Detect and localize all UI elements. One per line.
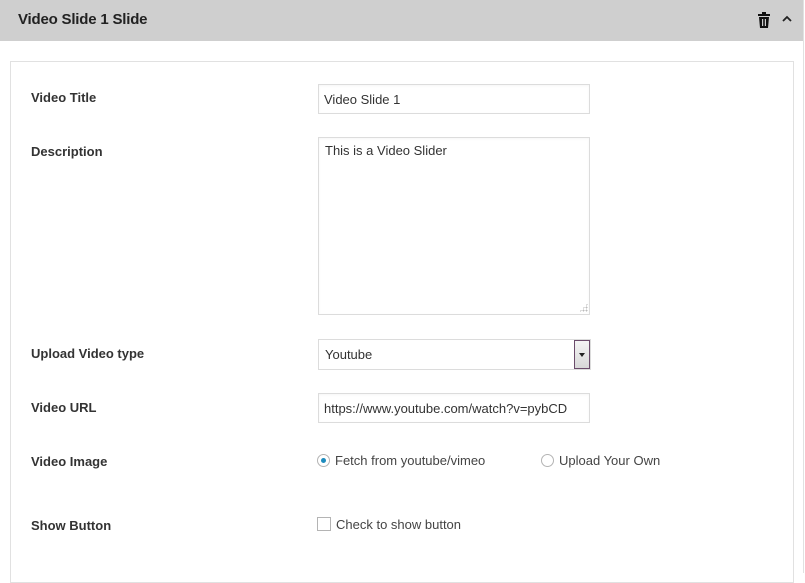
show-button-checkbox[interactable] xyxy=(317,517,331,531)
radio-fetch-option[interactable]: Fetch from youtube/vimeo xyxy=(317,453,485,468)
radio-fetch-label: Fetch from youtube/vimeo xyxy=(335,453,486,468)
video-url-input[interactable] xyxy=(318,393,590,423)
trash-icon[interactable] xyxy=(757,12,771,28)
video-title-input[interactable] xyxy=(318,84,590,114)
upload-video-type-select[interactable]: Youtube xyxy=(318,339,591,370)
description-textarea[interactable]: This is a Video Slider xyxy=(318,137,590,315)
radio-upload[interactable] xyxy=(541,454,554,467)
chevron-down-icon[interactable] xyxy=(574,340,590,369)
video-image-label: Video Image xyxy=(31,454,108,469)
video-url-label: Video URL xyxy=(31,400,97,415)
description-label: Description xyxy=(31,144,103,159)
slide-title: Video Slide 1 Slide xyxy=(18,11,148,28)
radio-upload-label: Upload Your Own xyxy=(559,453,661,468)
show-button-checkbox-label: Check to show button xyxy=(336,517,462,532)
slide-header[interactable]: Video Slide 1 Slide xyxy=(0,0,803,41)
show-button-label: Show Button xyxy=(31,518,112,533)
radio-upload-option[interactable]: Upload Your Own xyxy=(541,453,660,468)
radio-fetch[interactable] xyxy=(317,454,330,467)
upload-video-type-label: Upload Video type xyxy=(31,346,145,361)
select-value: Youtube xyxy=(325,347,373,362)
slide-editor: Video Slide 1 Slide Video Title Descript… xyxy=(0,0,804,583)
video-title-label: Video Title xyxy=(31,90,97,105)
chevron-up-icon[interactable] xyxy=(780,12,794,26)
show-button-option[interactable]: Check to show button xyxy=(317,517,461,532)
